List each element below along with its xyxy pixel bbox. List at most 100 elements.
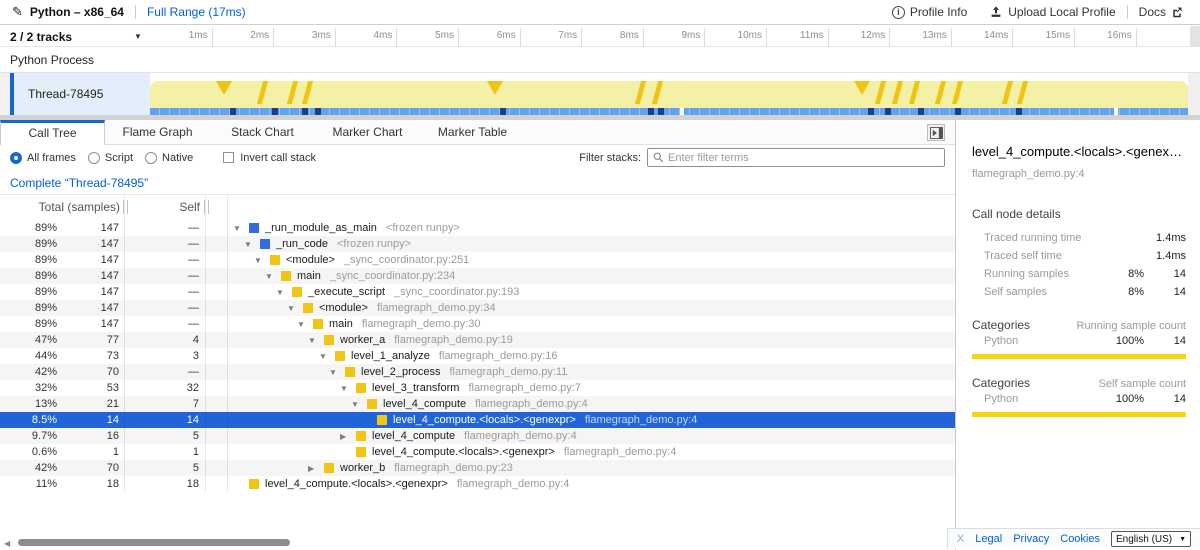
radio-label[interactable]: All frames xyxy=(27,152,76,164)
filter-stacks-input[interactable] xyxy=(668,152,939,164)
call-tree-row[interactable]: 47%774▼worker_aflamegraph_demo.py:19 xyxy=(0,332,955,348)
ruler-tick-label: 7ms xyxy=(523,30,577,41)
call-tree-row[interactable]: 0.6%11level_4_compute.<locals>.<genexpr>… xyxy=(0,444,955,460)
function-location: _sync_coordinator.py:234 xyxy=(330,270,455,282)
column-header-self[interactable]: Self xyxy=(130,195,200,219)
tracks-dropdown[interactable]: 2 / 2 tracks ▼ xyxy=(0,26,150,47)
tab-marker-table[interactable]: Marker Table xyxy=(420,120,525,145)
twisty-open-icon[interactable]: ▼ xyxy=(351,400,367,409)
breadcrumb[interactable]: Complete “Thread-78495” xyxy=(10,176,148,190)
call-tree-row[interactable]: 42%705▶worker_bflamegraph_demo.py:23 xyxy=(0,460,955,476)
call-tree-row[interactable]: 89%147—▼_run_module_as_main<frozen runpy… xyxy=(0,220,955,236)
edit-pencil-icon[interactable]: ✎ xyxy=(12,4,23,20)
ruler-tick-line xyxy=(520,28,521,47)
activity-spike xyxy=(635,81,646,104)
call-tree-row[interactable]: 8.5%1414level_4_compute.<locals>.<genexp… xyxy=(0,412,955,428)
call-tree-row[interactable]: 11%1818level_4_compute.<locals>.<genexpr… xyxy=(0,476,955,492)
upload-profile-button[interactable]: Upload Local Profile xyxy=(989,5,1115,19)
call-tree-row[interactable]: 42%70—▼level_2_processflamegraph_demo.py… xyxy=(0,364,955,380)
twisty-open-icon[interactable]: ▼ xyxy=(254,256,270,265)
radio-label[interactable]: Native xyxy=(162,152,193,164)
call-tree-row[interactable]: 89%147—▼<module>flamegraph_demo.py:34 xyxy=(0,300,955,316)
sample-marker xyxy=(918,108,924,115)
header-actions: i Profile Info Upload Local Profile Docs xyxy=(870,5,1188,19)
radio-all-frames[interactable] xyxy=(10,152,22,164)
ruler-tick-label: 1ms xyxy=(154,30,208,41)
sample-marker xyxy=(648,108,654,115)
twisty-open-icon[interactable]: ▼ xyxy=(287,304,303,313)
call-tree-row[interactable]: 89%147—▼_run_code<frozen runpy> xyxy=(0,236,955,252)
footer-link-cookies[interactable]: Cookies xyxy=(1060,533,1100,545)
activity-graph xyxy=(150,81,1188,108)
tab-marker-chart[interactable]: Marker Chart xyxy=(315,120,420,145)
function-location: flamegraph_demo.py:30 xyxy=(362,318,481,330)
footer: X Legal Privacy Cookies English (US) ▼ xyxy=(947,528,1200,549)
twisty-open-icon[interactable]: ▼ xyxy=(233,224,249,233)
radio-label[interactable]: Script xyxy=(105,152,133,164)
footer-link-privacy[interactable]: Privacy xyxy=(1013,533,1049,545)
call-tree-row[interactable]: 9.7%165▶level_4_computeflamegraph_demo.p… xyxy=(0,428,955,444)
twisty-open-icon[interactable]: ▼ xyxy=(276,288,292,297)
upload-icon xyxy=(989,5,1003,19)
sample-marker xyxy=(868,108,874,115)
invert-call-stack-checkbox[interactable] xyxy=(223,152,234,163)
call-tree-row[interactable]: 32%5332▼level_3_transformflamegraph_demo… xyxy=(0,380,955,396)
cell-total-percent: 89% xyxy=(0,284,57,300)
column-resize-handle[interactable] xyxy=(127,200,128,214)
cell-self-samples: 5 xyxy=(130,428,199,444)
call-node-details: Traced running time1.4msTraced self time… xyxy=(972,229,1186,301)
call-tree-row[interactable]: 89%147—▼main_sync_coordinator.py:234 xyxy=(0,268,955,284)
invert-call-stack-label[interactable]: Invert call stack xyxy=(240,152,316,164)
sidebar-toggle-button[interactable] xyxy=(927,124,945,141)
radio-script[interactable] xyxy=(88,152,100,164)
sidebar-detail-row: Running samples8%14 xyxy=(972,265,1186,283)
twisty-open-icon[interactable]: ▼ xyxy=(319,352,335,361)
call-tree-row[interactable]: 89%147—▼mainflamegraph_demo.py:30 xyxy=(0,316,955,332)
tab-call-tree[interactable]: Call Tree xyxy=(0,120,105,145)
profile-name: Python – x86_64 xyxy=(30,5,124,19)
footer-link-legal[interactable]: Legal xyxy=(975,533,1002,545)
column-resize-handle[interactable] xyxy=(208,200,209,214)
call-node-details-header: Call node details xyxy=(972,207,1186,221)
twisty-closed-icon[interactable]: ▶ xyxy=(308,464,324,473)
scroll-left-arrow-icon[interactable]: ◀ xyxy=(4,539,10,548)
detail-percent: 8% xyxy=(1106,268,1144,280)
ruler-corner xyxy=(1190,26,1200,47)
sample-marker xyxy=(1016,108,1022,115)
sidebar-category-block: CategoriesRunning sample countPython100%… xyxy=(972,318,1186,359)
twisty-open-icon[interactable]: ▼ xyxy=(265,272,281,281)
twisty-open-icon[interactable]: ▼ xyxy=(297,320,313,329)
call-tree-row[interactable]: 89%147—▼<module>_sync_coordinator.py:251 xyxy=(0,252,955,268)
language-select[interactable]: English (US) ▼ xyxy=(1111,531,1191,547)
full-range-link[interactable]: Full Range (17ms) xyxy=(147,5,246,19)
category-yellow-icon xyxy=(281,271,291,281)
twisty-open-icon[interactable]: ▼ xyxy=(308,336,324,345)
process-track-header[interactable]: Python Process xyxy=(0,47,1200,73)
tab-stack-chart[interactable]: Stack Chart xyxy=(210,120,315,145)
category-yellow-icon xyxy=(313,319,323,329)
column-header-total[interactable]: Total (samples) xyxy=(0,195,120,219)
category-count-header: Running sample count xyxy=(1077,320,1186,332)
twisty-open-icon[interactable]: ▼ xyxy=(244,240,260,249)
thread-label[interactable]: Thread-78495 xyxy=(14,73,150,115)
docs-link[interactable]: Docs xyxy=(1139,5,1188,19)
radio-native[interactable] xyxy=(145,152,157,164)
cell-self-samples: — xyxy=(130,364,199,380)
call-tree-row[interactable]: 44%733▼level_1_analyzeflamegraph_demo.py… xyxy=(0,348,955,364)
call-tree-header: Total (samples) Self xyxy=(0,195,955,219)
cell-self-samples: — xyxy=(130,236,199,252)
ruler-tick-line xyxy=(396,28,397,47)
scrollbar-thumb[interactable] xyxy=(18,539,290,546)
tab-flame-graph[interactable]: Flame Graph xyxy=(105,120,210,145)
thread-activity-track[interactable] xyxy=(150,73,1188,115)
category-yellow-icon xyxy=(324,463,334,473)
call-tree-row[interactable]: 89%147—▼_execute_script_sync_coordinator… xyxy=(0,284,955,300)
call-tree-row[interactable]: 13%217▼level_4_computeflamegraph_demo.py… xyxy=(0,396,955,412)
twisty-open-icon[interactable]: ▼ xyxy=(340,384,356,393)
profile-info-button[interactable]: i Profile Info xyxy=(892,5,967,19)
thread-gutter xyxy=(0,73,10,115)
twisty-closed-icon[interactable]: ▶ xyxy=(340,432,356,441)
footer-hide-button[interactable]: X xyxy=(957,533,964,545)
horizontal-scrollbar[interactable]: ◀ xyxy=(0,535,940,550)
twisty-open-icon[interactable]: ▼ xyxy=(329,368,345,377)
